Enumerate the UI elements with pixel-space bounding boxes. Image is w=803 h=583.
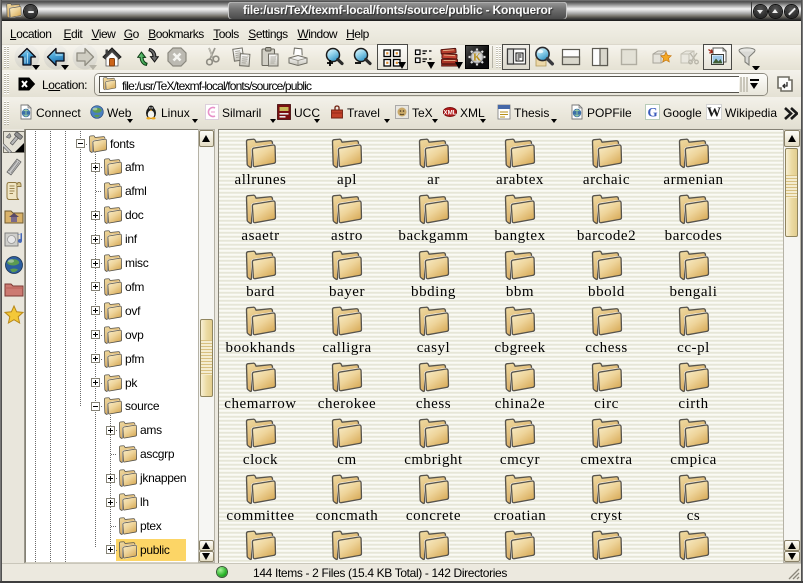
svg-text:K: K <box>473 53 481 64</box>
svg-text:XML: XML <box>443 109 456 116</box>
svg-text:W: W <box>707 106 721 121</box>
svg-text:G: G <box>647 105 657 120</box>
